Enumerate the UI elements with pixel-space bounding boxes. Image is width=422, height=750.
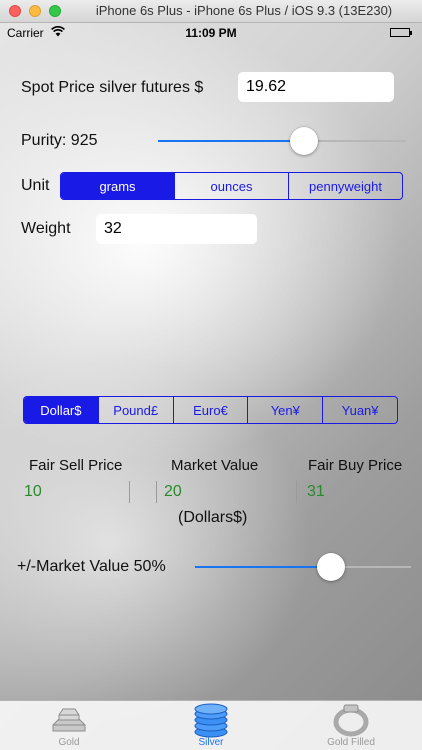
currency-option[interactable]: Yen¥ (247, 397, 322, 423)
tab-silver[interactable]: Silver (166, 701, 256, 750)
purity-slider-thumb[interactable] (290, 127, 318, 155)
close-window-button[interactable] (9, 5, 21, 17)
spot-price-input[interactable] (238, 72, 394, 102)
currency-segmented-control: Dollar$ Pound£ Euro€ Yen¥ Yuan¥ (23, 396, 398, 424)
fair-buy-price-label: Fair Buy Price (308, 457, 403, 474)
simulator-title-bar: iPhone 6s Plus - iPhone 6s Plus / iOS 9.… (0, 0, 422, 23)
currency-option[interactable]: Pound£ (97, 397, 173, 423)
status-bar: Carrier 11:09 PM (0, 23, 422, 43)
ring-icon (333, 704, 369, 737)
currency-option[interactable]: Dollar$ (24, 397, 98, 423)
market-adjust-slider-thumb[interactable] (317, 553, 345, 581)
result-divider (156, 481, 157, 503)
currency-option[interactable]: Yuan¥ (322, 397, 397, 423)
market-value-value: 20 (164, 483, 182, 500)
unit-option[interactable]: pennyweight (288, 173, 402, 199)
tab-gold-filled-label: Gold Filled (327, 737, 375, 748)
currency-option[interactable]: Euro€ (172, 397, 248, 423)
purity-slider[interactable] (158, 127, 406, 155)
spot-price-label: Spot Price silver futures $ (21, 79, 204, 96)
tab-gold-label: Gold (58, 737, 80, 748)
status-time: 11:09 PM (185, 26, 237, 40)
fair-buy-price-value: 31 (307, 483, 325, 500)
silver-coins-icon (194, 703, 228, 738)
tab-gold[interactable]: Gold (24, 701, 114, 750)
currency-note: (Dollars$) (178, 509, 248, 526)
result-divider (129, 481, 130, 503)
unit-option[interactable]: grams (61, 173, 174, 199)
unit-option[interactable]: ounces (174, 173, 288, 199)
unit-label: Unit (21, 177, 50, 194)
market-adjust-label: +/-Market Value 50% (17, 558, 166, 575)
tab-silver-label: Silver (198, 737, 224, 748)
weight-input[interactable] (96, 214, 257, 244)
tab-gold-filled[interactable]: Gold Filled (306, 701, 396, 750)
battery-icon (390, 28, 412, 37)
weight-label: Weight (21, 220, 71, 237)
result-divider (296, 481, 297, 503)
minimize-window-button[interactable] (29, 5, 41, 17)
tab-bar: Gold Silver Gold Filled (0, 700, 422, 750)
market-value-label: Market Value (171, 457, 259, 474)
app-screen: Carrier 11:09 PM Spot Price silver futur… (0, 23, 422, 750)
zoom-window-button[interactable] (49, 5, 61, 17)
market-adjust-slider[interactable] (195, 553, 411, 581)
purity-label: Purity: 925 (21, 132, 98, 149)
window-title: iPhone 6s Plus - iPhone 6s Plus / iOS 9.… (95, 3, 393, 18)
fair-sell-price-value: 10 (24, 483, 42, 500)
fair-sell-price-label: Fair Sell Price (29, 457, 123, 474)
unit-segmented-control: grams ounces pennyweight (60, 172, 403, 200)
gold-bars-icon (52, 708, 86, 732)
